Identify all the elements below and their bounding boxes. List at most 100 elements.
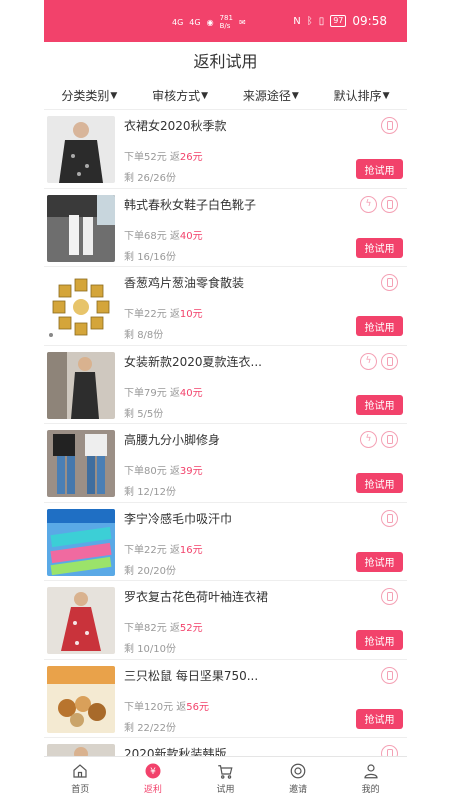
tag-icons bbox=[381, 588, 398, 605]
tag-icons bbox=[381, 666, 398, 684]
signal-1-icon: 4G bbox=[172, 17, 184, 27]
tab-label: 试用 bbox=[216, 785, 235, 795]
order-price: 82元 bbox=[144, 623, 167, 634]
list-item[interactable]: 三只松鼠 每日坚果750... 下单120元 返56元 剩 22/22份 抢试用 bbox=[44, 660, 407, 738]
rebate-prefix: 返 bbox=[169, 230, 180, 242]
grab-trial-button[interactable]: 抢试用 bbox=[356, 630, 403, 650]
remain-count: 16/16份 bbox=[137, 251, 177, 263]
flash-icon: ϟ bbox=[360, 431, 377, 448]
tag-icons: ϟ bbox=[360, 431, 398, 448]
status-left: 4G 4G ◉ 781 B/s ✉ bbox=[172, 14, 246, 30]
filter-sort[interactable]: 默认排序 ▼ bbox=[334, 87, 390, 104]
order-prefix: 下单 bbox=[124, 544, 144, 556]
tab-trial[interactable]: 试用 bbox=[189, 757, 262, 800]
list-item[interactable]: 高腰九分小脚修身 下单80元 返39元 剩 12/12份 ϟ 抢试用 bbox=[44, 424, 407, 503]
remain-count: 26/26份 bbox=[137, 173, 177, 184]
filter-source[interactable]: 来源途径 ▼ bbox=[243, 87, 299, 104]
filter-label: 默认排序 bbox=[333, 89, 382, 103]
remain-count: 22/22份 bbox=[137, 722, 177, 734]
filter-bar: 分类类别 ▼ 审核方式 ▼ 来源途径 ▼ 默认排序 ▼ bbox=[44, 82, 407, 110]
grab-trial-button[interactable]: 抢试用 bbox=[356, 473, 403, 493]
remain-prefix: 剩 bbox=[124, 408, 134, 420]
list-item[interactable]: 2020新款秋装韩版 bbox=[44, 738, 407, 756]
remain-prefix: 剩 bbox=[124, 644, 134, 655]
status-right: N ᛒ ▯ 97 09:58 bbox=[293, 14, 387, 28]
product-image bbox=[47, 116, 115, 183]
remain-count: 12/12份 bbox=[137, 487, 177, 498]
tab-label: 邀请 bbox=[289, 785, 308, 795]
price-line: 下单68元 返40元 bbox=[124, 227, 203, 242]
remain-prefix: 剩 bbox=[124, 565, 134, 577]
order-prefix: 下单 bbox=[124, 387, 144, 399]
phone-icon bbox=[381, 274, 398, 291]
caret-down-icon: ▼ bbox=[201, 90, 209, 101]
list-item[interactable]: 香葱鸡片葱油零食散装 下单22元 返10元 剩 8/8份 抢试用 bbox=[44, 267, 407, 346]
order-price: 120元 bbox=[144, 701, 174, 713]
tag-icons bbox=[381, 509, 398, 527]
grab-trial-button[interactable]: 抢试用 bbox=[356, 551, 403, 572]
order-price: 68元 bbox=[144, 230, 167, 242]
order-prefix: 下单 bbox=[124, 152, 144, 163]
rebate-prefix: 返 bbox=[169, 623, 180, 634]
grab-trial-button[interactable]: 抢试用 bbox=[356, 708, 403, 729]
grab-trial-button[interactable]: 抢试用 bbox=[356, 237, 403, 258]
filter-label: 分类类别 bbox=[61, 89, 110, 103]
price-line: 下单120元 返56元 bbox=[124, 698, 209, 713]
product-name: 香葱鸡片葱油零食散装 bbox=[124, 276, 245, 290]
order-price: 79元 bbox=[144, 387, 167, 399]
order-price: 22元 bbox=[144, 309, 167, 320]
rebate-icon: ¥ bbox=[145, 763, 161, 779]
tag-icons bbox=[381, 745, 398, 756]
product-list: 衣裙女2020秋季款 下单52元 返26元 剩 26/26份 抢试用 韩式春秋女… bbox=[44, 110, 407, 756]
tag-icons: ϟ bbox=[360, 352, 398, 370]
filter-label: 审核方式 bbox=[152, 89, 201, 103]
battery-icon: 97 bbox=[330, 15, 347, 27]
filter-category[interactable]: 分类类别 ▼ bbox=[61, 87, 117, 104]
invite-icon bbox=[290, 763, 306, 779]
remain-prefix: 剩 bbox=[124, 251, 134, 263]
list-item[interactable]: 罗衣复古花色荷叶袖连衣裙 下单82元 返52元 剩 10/10份 抢试用 bbox=[44, 581, 407, 660]
list-item[interactable]: 衣裙女2020秋季款 下单52元 返26元 剩 26/26份 抢试用 bbox=[44, 110, 407, 189]
product-name: 罗衣复古花色荷叶袖连衣裙 bbox=[124, 590, 269, 604]
tab-invite[interactable]: 邀请 bbox=[262, 757, 335, 800]
caret-down-icon: ▼ bbox=[110, 90, 118, 101]
order-prefix: 下单 bbox=[124, 466, 144, 477]
price-line: 下单52元 返26元 bbox=[124, 148, 203, 163]
remain-line: 剩 20/20份 bbox=[124, 562, 176, 577]
tab-home[interactable]: 首页 bbox=[44, 757, 117, 800]
rebate-amount: 10元 bbox=[179, 309, 203, 320]
list-item[interactable]: 女装新款2020夏款连衣... 下单79元 返40元 剩 5/5份 ϟ 抢试用 bbox=[44, 346, 407, 424]
filter-review[interactable]: 审核方式 ▼ bbox=[152, 87, 208, 104]
nfc-icon: N bbox=[293, 15, 301, 27]
order-prefix: 下单 bbox=[124, 701, 144, 713]
rebate-prefix: 返 bbox=[176, 701, 187, 713]
product-name: 三只松鼠 每日坚果750... bbox=[124, 668, 259, 683]
rebate-prefix: 返 bbox=[169, 152, 180, 163]
remain-line: 剩 12/12份 bbox=[124, 483, 176, 498]
product-image bbox=[47, 508, 115, 576]
remain-prefix: 剩 bbox=[124, 487, 134, 498]
tab-profile[interactable]: 我的 bbox=[334, 757, 407, 800]
product-image bbox=[47, 194, 115, 262]
grab-trial-button[interactable]: 抢试用 bbox=[356, 159, 403, 179]
caret-down-icon: ▼ bbox=[382, 90, 390, 101]
phone-icon bbox=[381, 431, 398, 448]
rebate-amount: 26元 bbox=[179, 152, 203, 163]
grab-trial-button[interactable]: 抢试用 bbox=[356, 394, 403, 415]
rebate-prefix: 返 bbox=[169, 309, 180, 320]
phone-icon bbox=[381, 509, 398, 527]
tag-icons bbox=[381, 274, 398, 291]
clock: 09:58 bbox=[352, 14, 387, 28]
tab-rebate[interactable]: ¥ 返利 bbox=[117, 757, 190, 800]
cart-icon bbox=[218, 765, 234, 779]
vibrate-icon: ▯ bbox=[318, 15, 325, 27]
rebate-amount: 40元 bbox=[179, 230, 203, 242]
list-item[interactable]: 李宁冷感毛巾吸汗巾 下单22元 返16元 剩 20/20份 抢试用 bbox=[44, 503, 407, 581]
tag-icons bbox=[381, 117, 398, 134]
remain-prefix: 剩 bbox=[124, 173, 134, 184]
list-item[interactable]: 韩式春秋女鞋子白色靴子 下单68元 返40元 剩 16/16份 ϟ 抢试用 bbox=[44, 189, 407, 267]
product-image bbox=[47, 273, 115, 340]
price-line: 下单82元 返52元 bbox=[124, 619, 203, 634]
tab-label: 我的 bbox=[361, 785, 380, 795]
grab-trial-button[interactable]: 抢试用 bbox=[356, 316, 403, 336]
